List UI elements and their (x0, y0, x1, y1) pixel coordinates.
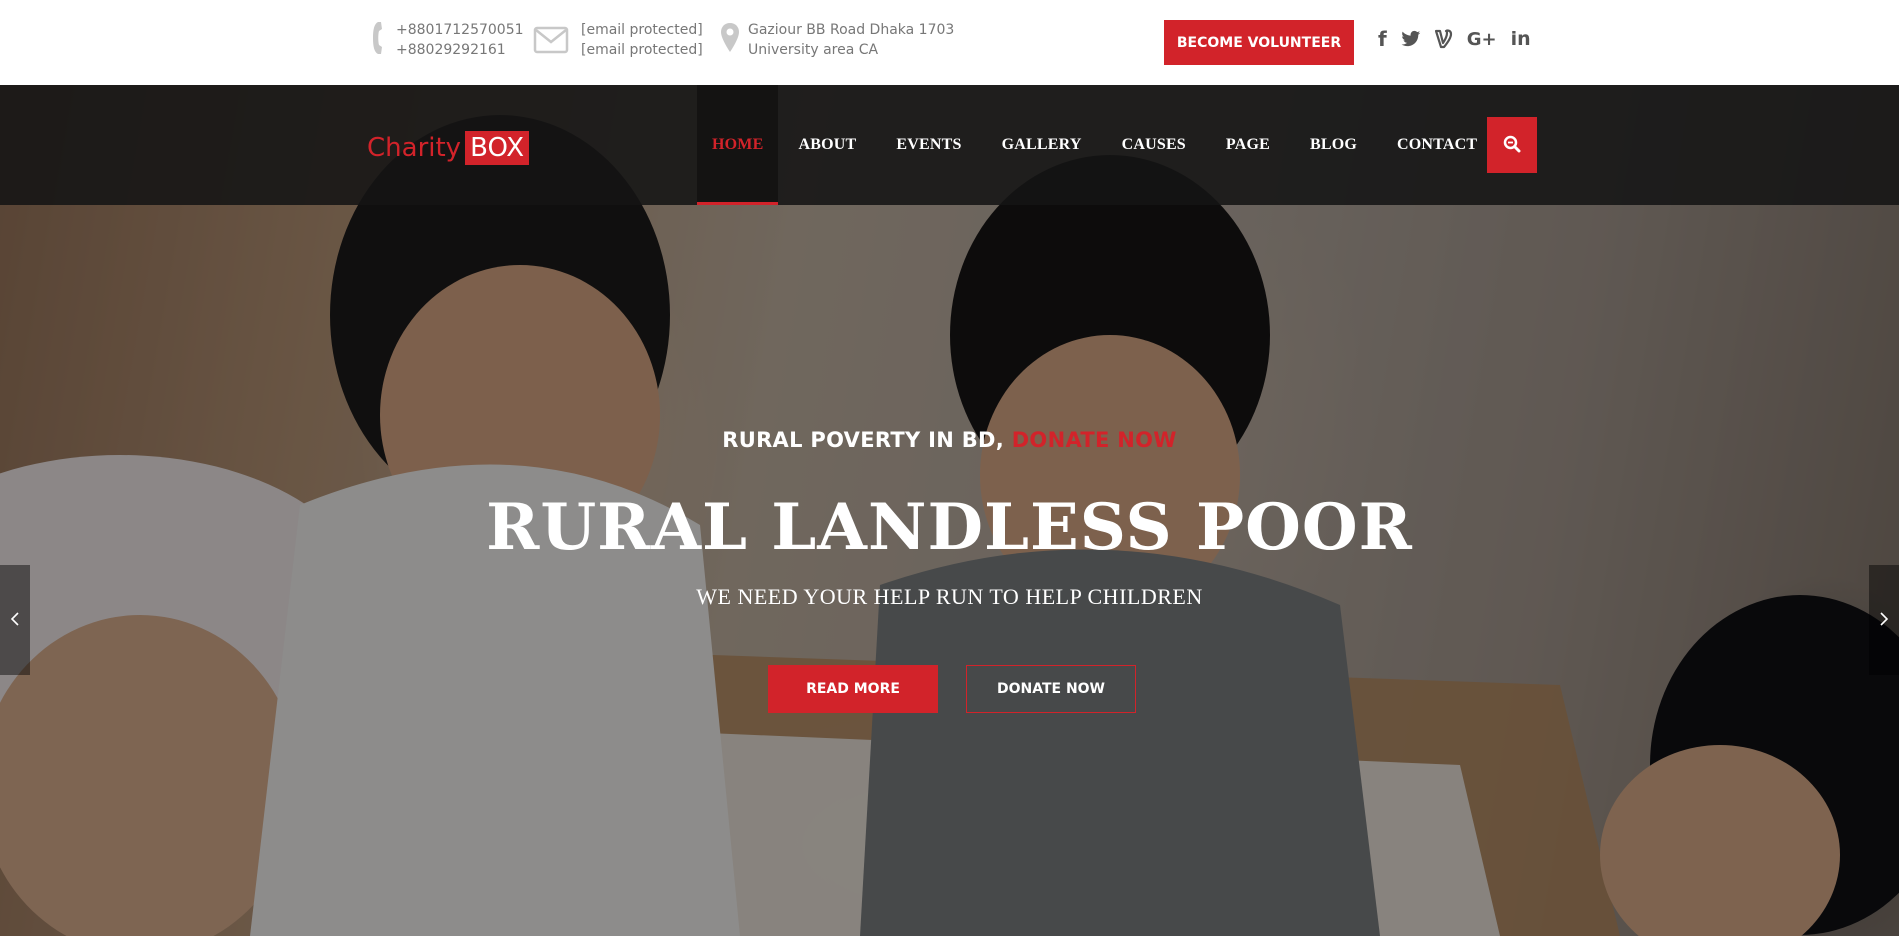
hero-pre-title-accent[interactable]: DONATE NOW (1012, 428, 1177, 452)
top-bar: +8801712570051 +88029292161 [email prote… (0, 0, 1899, 85)
read-more-button[interactable]: READ MORE (768, 665, 938, 713)
nav-about[interactable]: ABOUT (778, 85, 876, 205)
hero-pre-title-text: RURAL POVERTY IN BD, (722, 428, 1005, 452)
linkedin-icon[interactable]: in (1511, 26, 1531, 52)
twitter-icon[interactable] (1401, 26, 1421, 52)
google-plus-icon[interactable]: G+ (1467, 26, 1497, 52)
facebook-icon[interactable]: f (1378, 26, 1387, 52)
phone-line-2: +88029292161 (396, 42, 506, 58)
chevron-right-icon (1879, 611, 1889, 630)
address-line-1: Gaziour BB Road Dhaka 1703 (748, 22, 955, 38)
chevron-left-icon (10, 611, 20, 630)
map-pin-icon (720, 22, 740, 59)
slider-next-button[interactable] (1869, 565, 1899, 675)
nav-causes[interactable]: CAUSES (1102, 85, 1206, 205)
hero-pre-title: RURAL POVERTY IN BD, DONATE NOW (0, 428, 1899, 452)
nav-blog[interactable]: BLOG (1290, 85, 1377, 205)
social-links: f G+ in (1378, 26, 1531, 52)
main-nav: HOME ABOUT EVENTS GALLERY CAUSES PAGE BL… (697, 85, 1497, 205)
phone-line-1: +8801712570051 (396, 22, 524, 38)
nav-page[interactable]: PAGE (1206, 85, 1290, 205)
nav-contact[interactable]: CONTACT (1377, 85, 1497, 205)
main-navbar: Charity BOX HOME ABOUT EVENTS GALLERY CA… (0, 85, 1899, 205)
envelope-icon (533, 26, 569, 59)
phone-info: +8801712570051 +88029292161 (372, 20, 524, 61)
hero-subtitle: WE NEED YOUR HELP RUN TO HELP CHILDREN (696, 584, 1203, 609)
address-info: Gaziour BB Road Dhaka 1703 University ar… (720, 20, 954, 60)
nav-home[interactable]: HOME (697, 85, 779, 205)
email-info: [email protected] [email protected] (533, 20, 703, 60)
search-icon (1503, 135, 1521, 156)
donate-now-button[interactable]: DONATE NOW (966, 665, 1136, 713)
email-line-2[interactable]: [email protected] (581, 40, 703, 60)
hero-title: RURAL LANDLESS POOR (486, 490, 1413, 565)
phone-icon (372, 20, 388, 61)
search-button[interactable] (1487, 117, 1537, 173)
logo-text-box: BOX (465, 131, 530, 165)
vine-icon[interactable] (1434, 26, 1453, 52)
slider-prev-button[interactable] (0, 565, 30, 675)
logo-text-charity: Charity (367, 133, 462, 163)
nav-events[interactable]: EVENTS (876, 85, 981, 205)
site-logo[interactable]: Charity BOX (367, 125, 530, 171)
address-line-2: University area CA (748, 42, 879, 58)
become-volunteer-button[interactable]: BECOME VOLUNTEER (1164, 20, 1354, 65)
email-line-1[interactable]: [email protected] (581, 20, 703, 40)
nav-gallery[interactable]: GALLERY (982, 85, 1102, 205)
